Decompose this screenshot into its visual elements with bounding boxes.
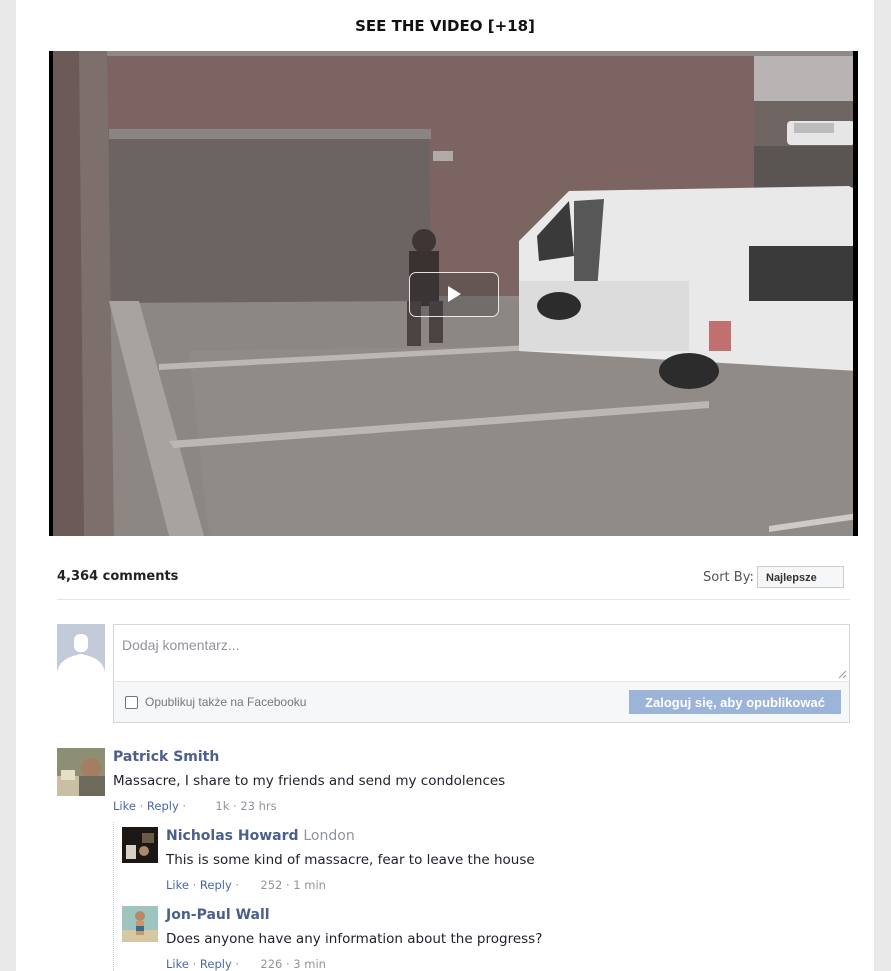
avatar[interactable] xyxy=(122,827,158,863)
resize-grip-icon[interactable] xyxy=(837,669,847,679)
video-player[interactable] xyxy=(49,51,858,536)
comment-text: Does anyone have any information about t… xyxy=(166,931,543,947)
separator: · xyxy=(235,957,240,971)
reply-comment: Nicholas Howard London This is some kind… xyxy=(122,827,850,897)
comment-author[interactable]: Patrick Smith xyxy=(113,749,219,765)
comment-author[interactable]: Jon-Paul Wall xyxy=(166,907,270,923)
login-to-post-button[interactable]: Zaloguj się, aby opublikować xyxy=(629,690,841,714)
avatar[interactable] xyxy=(122,906,158,942)
user-photo-icon xyxy=(57,748,105,796)
default-avatar-icon xyxy=(57,624,105,672)
comment-author[interactable]: Nicholas Howard London xyxy=(166,828,355,844)
comment-stats: 1k · 23 hrs xyxy=(215,799,277,813)
separator: · xyxy=(182,799,187,813)
comment-composer: Opublikuj także na Facebooku Zaloguj się… xyxy=(113,624,850,723)
comments-toolbar: 4,364 comments Sort By: Najlepsze xyxy=(57,563,850,600)
user-photo-icon xyxy=(122,827,158,863)
like-link[interactable]: Like xyxy=(113,799,136,813)
separator: · xyxy=(139,799,144,813)
like-link[interactable]: Like xyxy=(166,957,189,971)
separator: · xyxy=(192,957,197,971)
replies-thread-line xyxy=(113,822,114,971)
play-button[interactable] xyxy=(409,272,499,317)
separator: · xyxy=(192,878,197,892)
reply-link[interactable]: Reply xyxy=(147,799,179,813)
separator: · xyxy=(235,878,240,892)
author-location: London xyxy=(303,828,355,844)
current-user-avatar xyxy=(57,624,105,672)
share-facebook-label: Opublikuj także na Facebooku xyxy=(145,695,307,709)
comment-meta: Like · Reply · 226 · 3 min xyxy=(166,957,326,971)
composer-footer: Opublikuj także na Facebooku Zaloguj się… xyxy=(114,682,849,722)
video-heading: SEE THE VIDEO [+18] xyxy=(355,17,535,35)
article-page: SEE THE VIDEO [+18] 4,364 comments Sort … xyxy=(16,0,874,971)
sort-select[interactable]: Najlepsze xyxy=(757,566,844,588)
comment-text: This is some kind of massacre, fear to l… xyxy=(166,852,535,868)
comment: Patrick Smith Massacre, I share to my fr… xyxy=(57,748,850,818)
like-link[interactable]: Like xyxy=(166,878,189,892)
reply-link[interactable]: Reply xyxy=(200,878,232,892)
comment-stats: 252 · 1 min xyxy=(260,878,326,892)
comment-meta: Like · Reply · 1k · 23 hrs xyxy=(113,799,277,813)
reply-comment: Jon-Paul Wall Does anyone have any infor… xyxy=(122,906,850,971)
comment-input[interactable] xyxy=(114,625,849,682)
comment-count: 4,364 comments xyxy=(57,569,179,584)
comment-text: Massacre, I share to my friends and send… xyxy=(113,773,506,789)
reply-link[interactable]: Reply xyxy=(200,957,232,971)
sort-label: Sort By: xyxy=(703,570,754,585)
share-facebook-checkbox[interactable] xyxy=(125,696,138,709)
comment-stats: 226 · 3 min xyxy=(260,957,326,971)
user-photo-icon xyxy=(122,906,158,942)
comment-meta: Like · Reply · 252 · 1 min xyxy=(166,878,326,892)
play-icon xyxy=(448,286,461,302)
avatar[interactable] xyxy=(57,748,105,796)
author-name[interactable]: Nicholas Howard xyxy=(166,828,299,844)
